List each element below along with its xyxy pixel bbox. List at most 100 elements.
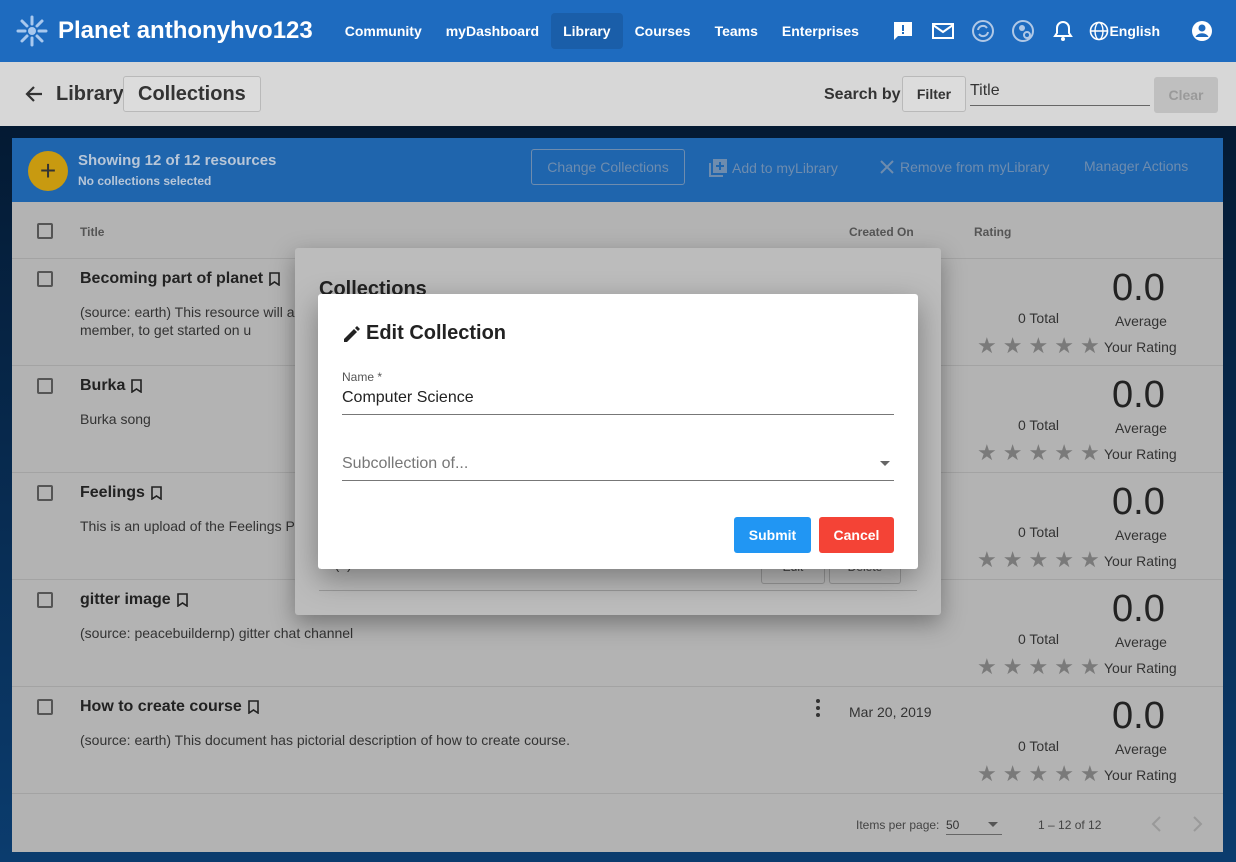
user-settings-icon[interactable] xyxy=(1003,14,1043,48)
rating-average-label: Average xyxy=(1115,420,1167,436)
cancel-button[interactable]: Cancel xyxy=(819,517,894,553)
change-collections-button[interactable]: Change Collections xyxy=(531,149,685,185)
star-icon[interactable]: ★ xyxy=(1028,763,1048,785)
header-created-on[interactable]: Created On xyxy=(849,225,914,239)
star-icon[interactable]: ★ xyxy=(1080,763,1100,785)
more-vert-icon[interactable] xyxy=(814,698,822,723)
bookmark-icon[interactable] xyxy=(269,272,280,286)
header-rating[interactable]: Rating xyxy=(974,225,1011,239)
row-checkbox[interactable] xyxy=(37,378,53,394)
title-search-input[interactable]: Title xyxy=(970,76,1150,106)
breadcrumb-library[interactable]: Library xyxy=(56,83,124,106)
globe-icon xyxy=(1090,21,1109,41)
account-icon[interactable] xyxy=(1182,14,1222,48)
clear-button[interactable]: Clear xyxy=(1154,77,1218,113)
back-arrow-icon[interactable] xyxy=(24,84,44,109)
pencil-icon xyxy=(344,325,360,342)
resource-title[interactable]: gitter image xyxy=(80,591,188,609)
bookmark-icon[interactable] xyxy=(131,379,143,393)
star-icon[interactable]: ★ xyxy=(1028,549,1048,571)
resource-title[interactable]: How to create course xyxy=(80,698,259,716)
nav-library[interactable]: Library xyxy=(551,13,623,49)
star-rating[interactable]: ★ ★ ★ ★ ★ xyxy=(977,335,1100,357)
star-icon[interactable]: ★ xyxy=(1028,656,1048,678)
star-icon[interactable]: ★ xyxy=(977,656,997,678)
table-row[interactable]: How to create course (source: earth) Thi… xyxy=(12,687,1223,794)
nav-courses[interactable]: Courses xyxy=(623,13,703,49)
resource-title-text: Becoming part of planet xyxy=(80,270,264,287)
nav-teams[interactable]: Teams xyxy=(703,13,770,49)
bookmark-icon[interactable] xyxy=(248,700,259,714)
bookmark-icon[interactable] xyxy=(176,593,188,607)
header-title[interactable]: Title xyxy=(80,225,104,239)
your-rating-label: Your Rating xyxy=(1104,767,1177,783)
nav-mydashboard[interactable]: myDashboard xyxy=(434,13,551,49)
star-icon[interactable]: ★ xyxy=(1080,335,1100,357)
chevron-down-icon xyxy=(880,461,890,466)
resource-title[interactable]: Becoming part of planet xyxy=(80,270,280,288)
star-icon[interactable]: ★ xyxy=(1003,442,1023,464)
previous-page-icon[interactable] xyxy=(1150,815,1164,838)
star-icon[interactable]: ★ xyxy=(1054,442,1074,464)
star-rating[interactable]: ★ ★ ★ ★ ★ xyxy=(977,442,1100,464)
star-icon[interactable]: ★ xyxy=(1054,549,1074,571)
row-checkbox[interactable] xyxy=(37,699,53,715)
rating-average-value: 0.0 xyxy=(1112,481,1165,523)
bell-icon[interactable] xyxy=(1043,14,1083,48)
language-label: English xyxy=(1109,23,1160,39)
star-icon[interactable]: ★ xyxy=(1080,442,1100,464)
star-rating[interactable]: ★ ★ ★ ★ ★ xyxy=(977,656,1100,678)
language-selector[interactable]: English xyxy=(1089,21,1160,41)
star-icon[interactable]: ★ xyxy=(1080,549,1100,571)
mail-icon[interactable] xyxy=(923,14,963,48)
star-icon[interactable]: ★ xyxy=(977,763,997,785)
row-checkbox[interactable] xyxy=(37,485,53,501)
app-title[interactable]: Planet anthonyhvo123 xyxy=(58,17,313,45)
items-per-page-select[interactable]: 50 xyxy=(946,813,1002,835)
add-resource-button[interactable]: + xyxy=(28,151,68,191)
your-rating-label: Your Rating xyxy=(1104,446,1177,462)
bookmark-icon[interactable] xyxy=(151,486,162,500)
page-range: 1 – 12 of 12 xyxy=(1038,818,1102,832)
subcollection-placeholder: Subcollection of... xyxy=(342,455,469,472)
star-icon[interactable]: ★ xyxy=(1028,442,1048,464)
star-icon[interactable]: ★ xyxy=(977,549,997,571)
remove-from-mylibrary-button[interactable]: Remove from myLibrary xyxy=(878,158,1049,176)
add-to-mylibrary-button[interactable]: Add to myLibrary xyxy=(708,158,838,178)
star-icon[interactable]: ★ xyxy=(1003,763,1023,785)
row-checkbox[interactable] xyxy=(37,592,53,608)
star-icon[interactable]: ★ xyxy=(1003,335,1023,357)
breadcrumb-collections[interactable]: Collections xyxy=(123,76,261,112)
row-checkbox[interactable] xyxy=(37,271,53,287)
star-rating[interactable]: ★ ★ ★ ★ ★ xyxy=(977,763,1100,785)
name-field-label: Name * xyxy=(342,370,383,384)
submit-button[interactable]: Submit xyxy=(734,517,811,553)
name-field[interactable]: Computer Science xyxy=(342,389,894,415)
star-rating[interactable]: ★ ★ ★ ★ ★ xyxy=(977,549,1100,571)
filter-button[interactable]: Filter xyxy=(902,76,966,112)
close-icon xyxy=(880,160,894,174)
next-page-icon[interactable] xyxy=(1190,815,1204,838)
select-all-checkbox[interactable] xyxy=(37,223,53,239)
planet-logo-icon[interactable] xyxy=(14,13,50,49)
subcollection-select[interactable]: Subcollection of... xyxy=(342,455,894,481)
star-icon[interactable]: ★ xyxy=(1054,656,1074,678)
sync-icon[interactable] xyxy=(963,14,1003,48)
resource-title[interactable]: Feelings xyxy=(80,484,162,502)
star-icon[interactable]: ★ xyxy=(1080,656,1100,678)
star-icon[interactable]: ★ xyxy=(977,442,997,464)
star-icon[interactable]: ★ xyxy=(1003,549,1023,571)
resource-title[interactable]: Burka xyxy=(80,377,143,395)
paginator: Items per page: 50 1 – 12 of 12 xyxy=(12,795,1223,852)
nav-enterprises[interactable]: Enterprises xyxy=(770,13,871,49)
star-icon[interactable]: ★ xyxy=(1028,335,1048,357)
star-icon[interactable]: ★ xyxy=(1054,335,1074,357)
feedback-icon[interactable] xyxy=(883,14,923,48)
star-icon[interactable]: ★ xyxy=(1003,656,1023,678)
star-icon[interactable]: ★ xyxy=(1054,763,1074,785)
selection-status: No collections selected xyxy=(78,174,212,188)
library-add-icon xyxy=(709,159,727,177)
star-icon[interactable]: ★ xyxy=(977,335,997,357)
manager-actions-button[interactable]: Manager Actions xyxy=(1084,158,1188,174)
nav-community[interactable]: Community xyxy=(333,13,434,49)
